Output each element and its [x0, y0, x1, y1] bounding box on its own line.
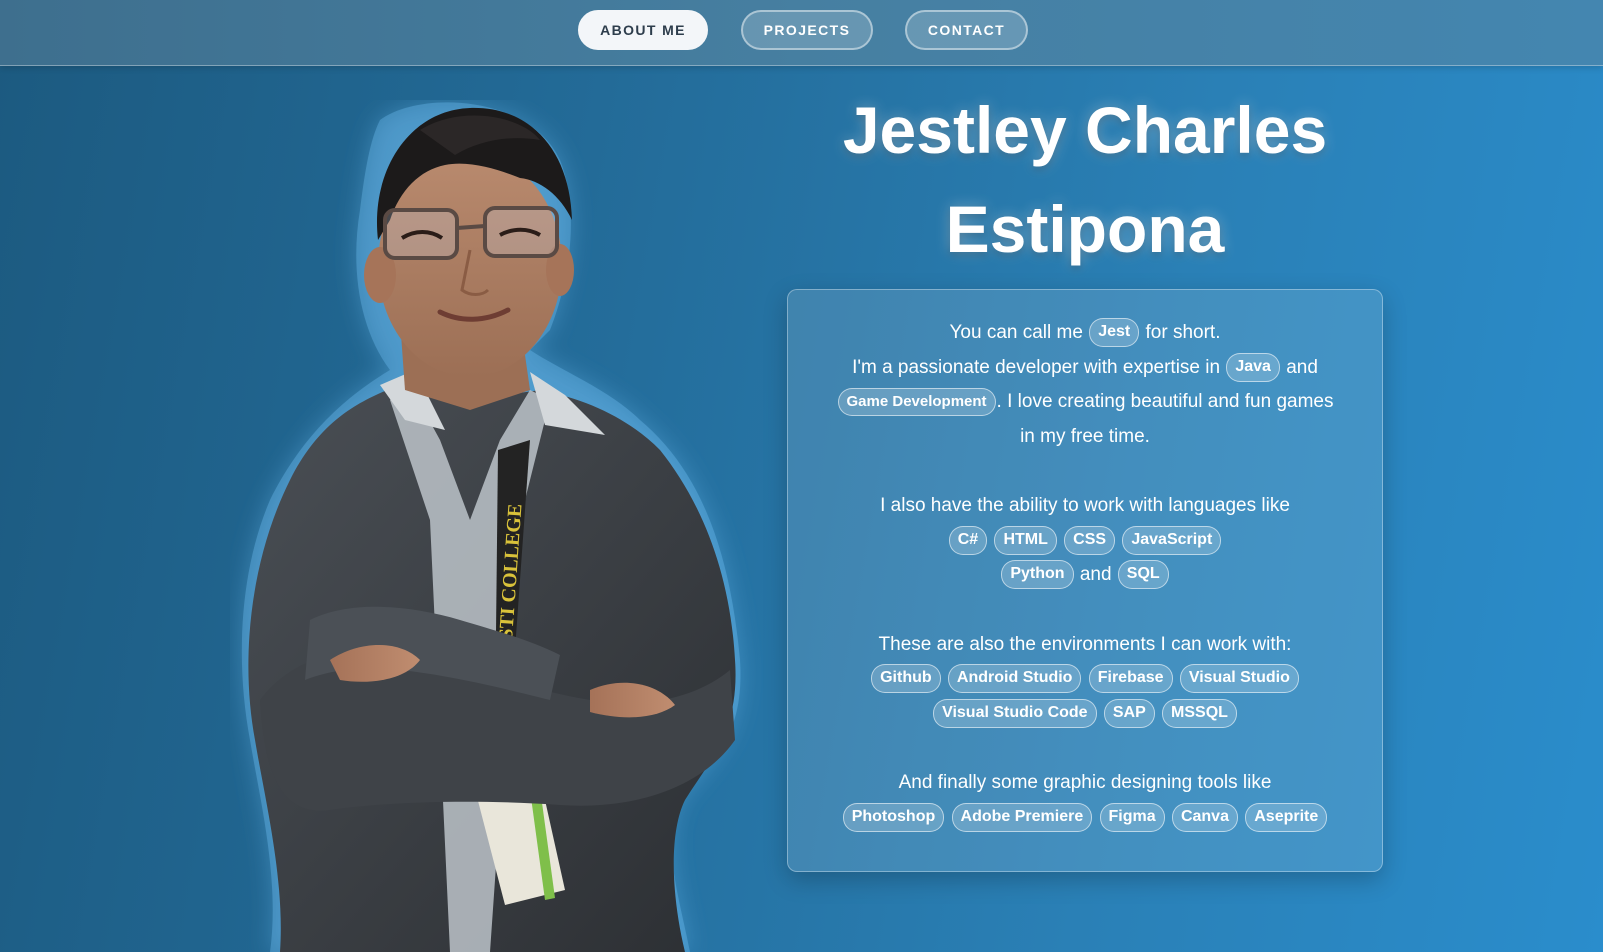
environment-chip[interactable]: Visual Studio Code: [933, 698, 1097, 728]
expertise-suffix: . I love creating beautiful and fun game…: [996, 391, 1334, 447]
expertise-paragraph: I'm a passionate developer with expertis…: [828, 351, 1342, 455]
design-tool-chip[interactable]: Photoshop: [842, 802, 945, 832]
languages-intro: I also have the ability to work with lan…: [880, 495, 1290, 516]
nickname-chip[interactable]: Jest: [1089, 318, 1140, 348]
design-tool-chip[interactable]: Canva: [1171, 802, 1238, 832]
language-chip[interactable]: HTML: [994, 525, 1057, 555]
languages-row-1: C# HTML CSS JavaScript: [828, 524, 1342, 559]
hero-name-line-1: Jestley Charles: [842, 93, 1328, 167]
environments-row-1: Github Android Studio Firebase Visual St…: [828, 662, 1342, 697]
nav-contact-button[interactable]: CONTACT: [905, 10, 1028, 50]
design-tool-chip[interactable]: Adobe Premiere: [951, 802, 1093, 832]
environments-intro: These are also the environments I can wo…: [878, 633, 1292, 655]
language-chip[interactable]: SQL: [1117, 560, 1169, 590]
design-intro: And finally some graphic designing tools…: [898, 772, 1272, 793]
profile-photo: STI COLLEGE: [230, 100, 770, 952]
nav-projects-button[interactable]: PROJECTS: [741, 10, 873, 50]
nav-about-me-button[interactable]: ABOUT ME: [578, 10, 708, 50]
language-chip[interactable]: JavaScript: [1122, 525, 1222, 555]
and-text-2: and: [1079, 564, 1112, 585]
environment-chip[interactable]: Firebase: [1088, 664, 1173, 694]
hero-name-line-2: Estipona: [945, 192, 1225, 266]
environment-chip[interactable]: Android Studio: [947, 664, 1082, 694]
environment-chip[interactable]: Github: [871, 664, 941, 694]
language-chip[interactable]: CSS: [1064, 525, 1116, 555]
top-navbar: ABOUT ME PROJECTS CONTACT: [0, 0, 1603, 66]
intro-prefix: You can call me: [949, 322, 1083, 343]
language-chip[interactable]: C#: [948, 525, 988, 555]
design-tool-chip[interactable]: Figma: [1099, 802, 1165, 832]
and-text-1: and: [1286, 356, 1318, 378]
about-card: You can call me Jest for short. I'm a pa…: [787, 289, 1383, 872]
design-tools-row: Photoshop Adobe Premiere Figma Canva Ase…: [828, 801, 1342, 836]
skill-chip-java[interactable]: Java: [1226, 352, 1280, 382]
skill-chip-game-development[interactable]: Game Development: [837, 387, 996, 416]
languages-row-2: Python and SQL: [828, 558, 1342, 593]
environment-chip[interactable]: Visual Studio: [1179, 664, 1299, 694]
environment-chip[interactable]: MSSQL: [1162, 698, 1237, 728]
intro-line: You can call me Jest for short.: [828, 316, 1342, 351]
language-chip[interactable]: Python: [1001, 560, 1074, 590]
expertise-prefix: I'm a passionate developer with expertis…: [852, 356, 1221, 378]
environments-row-2: Visual Studio Code SAP MSSQL: [828, 697, 1342, 732]
environment-chip[interactable]: SAP: [1103, 698, 1155, 728]
intro-suffix: for short.: [1145, 322, 1221, 343]
design-tool-chip[interactable]: Aseprite: [1245, 802, 1328, 832]
